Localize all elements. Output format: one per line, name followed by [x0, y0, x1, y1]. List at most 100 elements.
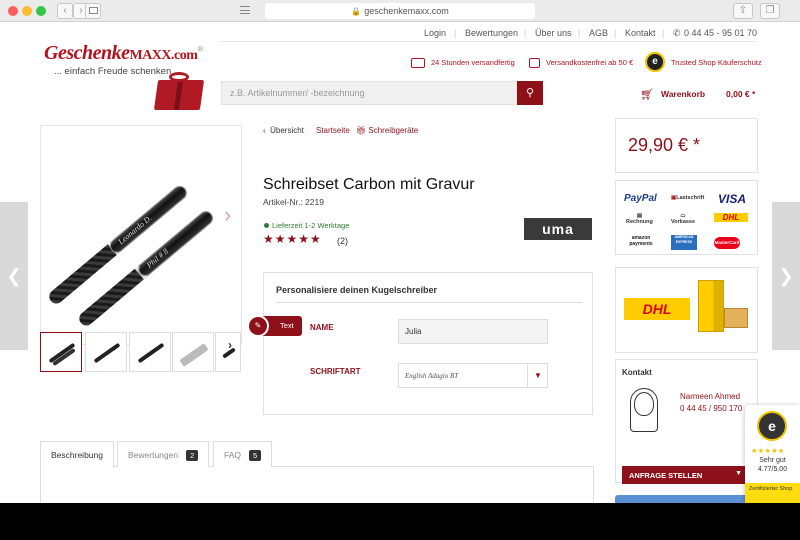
share-icon: ⇧ — [738, 5, 748, 16]
pen-icon: ✎ — [247, 315, 269, 337]
product-main-image[interactable]: Leonardo D. Phil # 8 — [40, 125, 242, 345]
thumbnail-next-arrow[interactable]: › — [228, 338, 232, 352]
price-box: 29,90 € * — [615, 118, 758, 173]
request-button[interactable]: ANFRAGE STELLEN ▼ — [622, 466, 748, 484]
breadcrumb-back-link[interactable]: ‹ Übersicht — [263, 126, 304, 135]
phone-icon: ✆ — [673, 28, 681, 38]
search-input[interactable]: z.B. Artikelnummer/ -bezeichnung — [221, 81, 517, 105]
usp-shipping: 24 Stunden versandfertig — [431, 58, 515, 67]
breadcrumb-category-link[interactable]: 🎁︎ Schreibgeräte — [356, 126, 418, 135]
breadcrumb-home-link[interactable]: Startseite — [316, 126, 350, 135]
header-divider — [221, 41, 756, 42]
cart-icon[interactable]: 🛒︎ — [640, 88, 654, 101]
product-thumbnail[interactable] — [85, 332, 127, 372]
url-text: geschenkemaxx.com — [364, 6, 449, 16]
maximize-window-button[interactable] — [36, 6, 46, 16]
chevron-down-icon[interactable]: ▼ — [527, 363, 548, 388]
trusted-shops-stars: ★★★★★ — [751, 448, 785, 455]
back-button[interactable]: ‹ — [57, 3, 73, 19]
gallery-next-arrow[interactable]: › — [224, 202, 231, 228]
trusted-shops-seal-icon: e — [757, 411, 787, 441]
product-title: Schreibset Carbon mit Gravur — [263, 176, 475, 193]
contact-phone[interactable]: 0 44 45 / 950 170 — [680, 404, 742, 413]
nav-about-link[interactable]: Über uns — [535, 28, 572, 38]
tab-description-label: Beschreibung — [51, 450, 103, 460]
delivery-status-dot — [264, 223, 269, 228]
font-select[interactable]: English Adagio BT — [398, 363, 548, 388]
product-thumbnail[interactable] — [172, 332, 214, 372]
next-product-arrow[interactable]: ❯ — [772, 202, 800, 350]
tab-reviews[interactable]: Bewertungen 2 — [117, 441, 210, 467]
name-input[interactable]: Julia — [398, 319, 548, 344]
dhl-logo: DHL — [624, 298, 690, 320]
gift-box-icon — [153, 80, 205, 110]
name-field-label: NAME — [310, 323, 334, 332]
tab-description[interactable]: Beschreibung — [40, 441, 114, 468]
sidebar-icon — [88, 7, 98, 14]
pen-engraving-1: Leonardo D. — [116, 213, 154, 247]
reader-menu-icon[interactable] — [240, 6, 250, 14]
tab-faq-badge: 5 — [249, 450, 262, 461]
tab-faq-label: FAQ — [224, 450, 242, 460]
avatar-face — [634, 392, 654, 416]
rechnung-label: Rechnung — [626, 219, 653, 225]
prev-product-arrow[interactable]: ❮ — [0, 202, 28, 350]
cart-total[interactable]: 0,00 € * — [726, 89, 755, 99]
product-thumbnail[interactable] — [129, 332, 171, 372]
paypal-logo: PayPal — [624, 193, 657, 204]
nav-agb-link[interactable]: AGB — [589, 28, 608, 38]
personalization-title: Personalisiere deinen Kugelschreiber — [276, 285, 438, 295]
lock-icon: 🔒 — [351, 7, 362, 16]
browser-toolbar: ‹ › 🔒 geschenkemaxx.com ⇧ ❐ — [0, 0, 800, 22]
article-number: Artikel-Nr.: 2219 — [263, 197, 324, 207]
chevron-right-icon: ❯ — [778, 266, 794, 286]
cart-label[interactable]: Warenkorb — [661, 89, 705, 99]
address-bar[interactable]: 🔒 geschenkemaxx.com — [265, 3, 535, 19]
nav-login-link[interactable]: Login — [424, 28, 446, 38]
nav-separator: | — [454, 28, 457, 38]
close-window-button[interactable] — [8, 6, 18, 16]
text-tag-label: Text — [280, 321, 294, 330]
nav-reviews-link[interactable]: Bewertungen — [465, 28, 518, 38]
usp-free-shipping: Versandkostenfrei ab 50 € — [546, 58, 634, 67]
gift-bow-icon — [169, 72, 189, 82]
thumb-pen — [137, 342, 165, 364]
logo-maxx: MAXX.com — [129, 48, 198, 63]
truck-icon — [411, 58, 425, 68]
visa-logo: VISA — [718, 192, 747, 206]
font-field-label: SCHRIFTART — [310, 367, 361, 376]
sidebar-toggle-button[interactable] — [85, 3, 101, 19]
rating-stars[interactable]: ★★★★★ — [263, 232, 322, 246]
vorkasse-label: Vorkasse — [671, 219, 696, 225]
search-button[interactable]: ⚲ — [517, 81, 543, 105]
logo-registered-mark: ® — [197, 44, 203, 54]
tab-faq[interactable]: FAQ 5 — [213, 441, 273, 467]
thumb-pen — [93, 342, 121, 364]
site-logo[interactable]: GeschenkeMAXX.com® ... einfach Freude sc… — [44, 42, 214, 110]
tabs-button[interactable]: ❐ — [760, 3, 780, 19]
review-count[interactable]: (2) — [337, 236, 348, 246]
american-express-logo: AMERICAN EXPRESS — [671, 235, 697, 250]
chevron-down-icon: ▼ — [735, 470, 742, 477]
add-to-cart-button[interactable] — [615, 495, 758, 503]
trusted-shops-widget[interactable]: e ★★★★★ Sehr gut 4.77/5.00 Zertifizierte… — [745, 405, 800, 503]
nav-contact-link[interactable]: Kontakt — [625, 28, 656, 38]
share-button[interactable]: ⇧ — [733, 3, 753, 19]
trusted-shops-icon: e — [645, 52, 665, 72]
product-thumbnail[interactable] — [40, 332, 82, 372]
chevron-left-icon: ❮ — [6, 266, 22, 286]
contact-title: Kontakt — [622, 368, 652, 377]
trusted-shops-footer: Zertifizierter Shop — [745, 483, 800, 503]
logo-wordmark: GeschenkeMAXX.com® — [44, 42, 203, 65]
tab-reviews-badge: 2 — [186, 450, 199, 461]
contact-name: Narmeen Ahmed — [680, 392, 741, 401]
amazon-payments-logo: amazon payments — [629, 235, 653, 247]
nav-separator: | — [662, 28, 665, 38]
lastschrift-label: Lastschrift — [676, 195, 705, 201]
dhl-banner: DHL — [615, 267, 758, 353]
brand-logo[interactable]: uma — [524, 218, 592, 240]
thumb-pen — [179, 343, 209, 367]
breadcrumb-back-label: Übersicht — [270, 126, 304, 135]
package-icon — [529, 58, 540, 68]
minimize-window-button[interactable] — [22, 6, 32, 16]
